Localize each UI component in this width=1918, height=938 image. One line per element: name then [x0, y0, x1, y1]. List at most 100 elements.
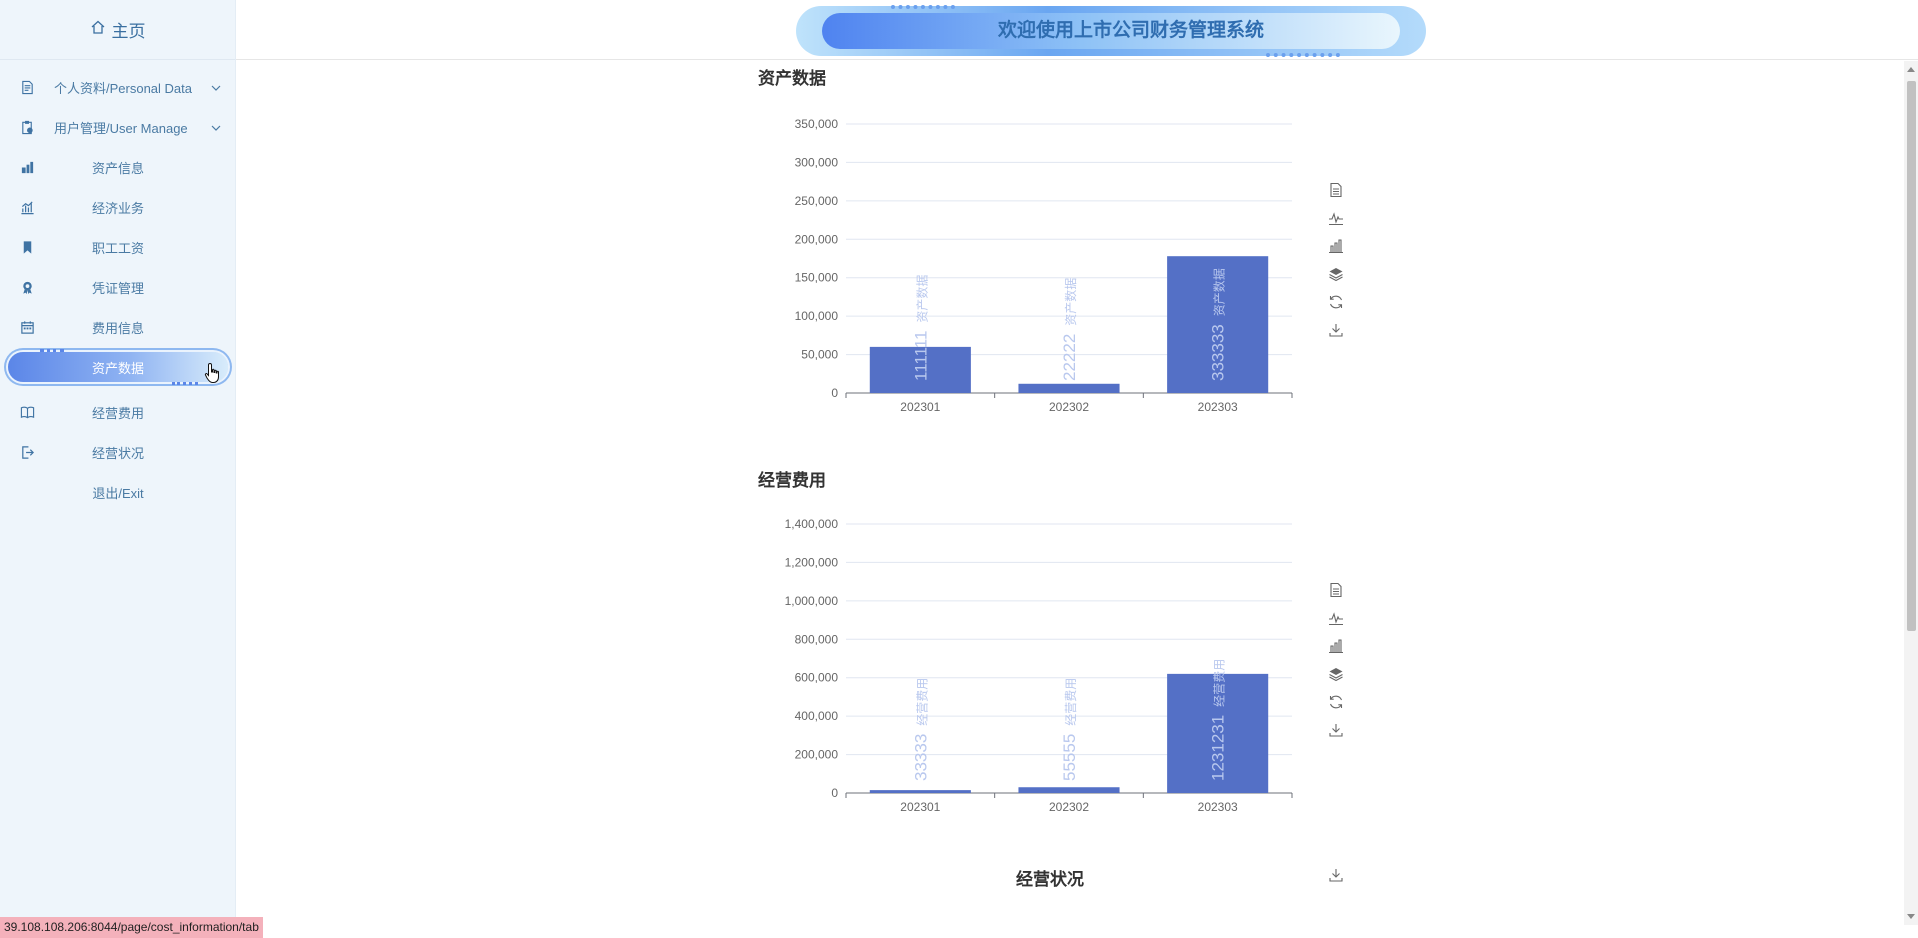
- chart-title-status: 经营状况: [1016, 870, 1084, 889]
- chart-toolbox-assets: [1326, 176, 1346, 344]
- system-title: 欢迎使用上市公司财务管理系统: [997, 20, 1264, 41]
- x-tick-label: 202301: [900, 400, 940, 411]
- bar-value-label: 55555 经营费用: [1060, 678, 1079, 781]
- sidebar-item-3[interactable]: 经济业务: [0, 187, 236, 227]
- sidebar-item-label: 凭证管理: [91, 280, 144, 296]
- x-tick-label: 202302: [1049, 400, 1089, 411]
- bar[interactable]: [1018, 787, 1120, 793]
- y-tick-label: 250,000: [795, 194, 839, 208]
- bar-chart-icon[interactable]: [1326, 232, 1346, 260]
- bar-value: 33333: [911, 734, 930, 781]
- home-link[interactable]: 主页: [0, 0, 235, 60]
- download-icon[interactable]: [1326, 316, 1346, 344]
- y-tick-label: 200,000: [795, 748, 839, 762]
- restore-icon[interactable]: [1326, 288, 1346, 316]
- sidebar: 主页 个人资料/Personal Data 用户管理/User Manage 资产信…: [0, 0, 236, 938]
- y-tick-label: 100,000: [795, 309, 839, 323]
- y-tick-label: 400,000: [795, 709, 839, 723]
- bar-series-name: 经营费用: [1064, 678, 1078, 726]
- y-tick-label: 0: [831, 786, 838, 800]
- bar-series-name: 资产数据: [1212, 268, 1227, 316]
- stack-icon[interactable]: [1326, 260, 1346, 288]
- sidebar-item-label: 经济业务: [91, 200, 144, 216]
- stack-icon[interactable]: [1326, 660, 1346, 688]
- bar-value-label: 33333 经营费用: [911, 678, 930, 781]
- sidebar-item-label: 退出/Exit: [92, 485, 144, 501]
- sidebar-item-label: 资产数据: [91, 360, 144, 376]
- chart-expenses: 0 200,000 400,000 600,000 800,000 1,000,000 1,…: [785, 517, 1293, 811]
- bar-value-label: 22222 资产数据: [1060, 278, 1079, 381]
- bar-series-name: 经营费用: [1213, 659, 1227, 707]
- y-tick-label: 1,000,000: [785, 594, 839, 608]
- bar-value-label: 111111 资产数据: [911, 275, 930, 381]
- line-chart-icon[interactable]: [1326, 204, 1346, 232]
- sidebar-item-7[interactable]: 资产数据: [0, 347, 236, 387]
- bar-label: 22222 资产数据: [1060, 278, 1079, 381]
- restore-icon[interactable]: [1326, 688, 1346, 716]
- scroll-down-icon[interactable]: [1907, 914, 1915, 919]
- bar-value: 111111: [911, 331, 930, 381]
- main-content: 资产数据 0 50,000 100,000 150,000 200,000 250,000…: [236, 61, 1904, 925]
- link-status-bar: 39.108.108.206:8044/page/cost_informatio…: [0, 917, 263, 938]
- bar-value: 1231231: [1209, 715, 1228, 781]
- home-icon: [90, 19, 106, 40]
- chart-toolbox-expenses: [1326, 576, 1346, 744]
- y-tick-label: 1,200,000: [785, 555, 839, 569]
- sidebar-item-label: 职工工资: [91, 240, 144, 256]
- sidebar-item-label: 用户管理/User Manage: [54, 120, 188, 136]
- y-tick-label: 600,000: [795, 671, 839, 685]
- x-tick-label: 202303: [1198, 800, 1238, 811]
- x-tick-label: 202302: [1049, 800, 1089, 811]
- bar-series-name: 经营费用: [915, 678, 929, 726]
- scroll-up-icon[interactable]: [1907, 67, 1915, 72]
- chart-title-assets: 资产数据: [758, 69, 826, 88]
- bar[interactable]: [869, 790, 971, 793]
- bar-label: 111111 资产数据: [911, 275, 930, 381]
- y-tick-label: 50,000: [801, 348, 838, 362]
- chart-toolbox-status: [1326, 861, 1346, 889]
- sidebar-item-9[interactable]: 经营状况: [0, 432, 236, 472]
- bar-value: 55555: [1060, 734, 1079, 781]
- bar-chart-icon[interactable]: [1326, 632, 1346, 660]
- y-tick-label: 300,000: [795, 155, 839, 169]
- home-label: 主页: [111, 22, 146, 41]
- y-tick-label: 800,000: [795, 632, 839, 646]
- y-tick-label: 350,000: [795, 117, 839, 131]
- bar[interactable]: [1018, 383, 1120, 393]
- sidebar-item-label: 经营费用: [91, 405, 144, 421]
- scroll-thumb[interactable]: [1907, 81, 1916, 631]
- download-icon[interactable]: [1326, 861, 1346, 889]
- sidebar-item-6[interactable]: 费用信息: [0, 307, 236, 347]
- title-banner: 欢迎使用上市公司财务管理系统: [796, 5, 1426, 57]
- x-tick-label: 202303: [1198, 400, 1238, 411]
- bar-label: 55555 经营费用: [1060, 678, 1079, 781]
- sidebar-item-label: 个人资料/Personal Data: [54, 80, 192, 96]
- chart-title-expenses: 经营费用: [758, 471, 826, 490]
- sidebar-item-label: 费用信息: [91, 320, 144, 336]
- bar-label: 33333 经营费用: [911, 678, 930, 781]
- sidebar-item-label: 经营状况: [91, 445, 144, 461]
- sidebar-item-2[interactable]: 资产信息: [0, 147, 236, 187]
- bar-value: 22222: [1060, 334, 1079, 381]
- sidebar-item-0[interactable]: 个人资料/Personal Data: [0, 67, 236, 107]
- data-view-icon[interactable]: [1326, 576, 1346, 604]
- sidebar-item-1[interactable]: 用户管理/User Manage: [0, 107, 236, 147]
- y-tick-label: 0: [831, 386, 838, 400]
- chevron-down-icon[interactable]: [210, 122, 222, 134]
- page-scrollbar[interactable]: [1904, 61, 1918, 925]
- sidebar-item-10[interactable]: 退出/Exit: [0, 472, 236, 512]
- x-tick-label: 202301: [900, 800, 940, 811]
- sidebar-item-8[interactable]: 经营费用: [0, 392, 236, 432]
- line-chart-icon[interactable]: [1326, 604, 1346, 632]
- data-view-icon[interactable]: [1326, 176, 1346, 204]
- download-icon[interactable]: [1326, 716, 1346, 744]
- y-tick-label: 1,400,000: [785, 517, 839, 531]
- sidebar-item-5[interactable]: 凭证管理: [0, 267, 236, 307]
- chevron-down-icon[interactable]: [210, 82, 222, 94]
- chart-assets: 0 50,000 100,000 150,000 200,000 250,000 300,0…: [795, 117, 1293, 411]
- document-icon: [20, 80, 35, 95]
- sidebar-item-label: 资产信息: [91, 160, 144, 176]
- clipboard-user-icon: [20, 120, 35, 135]
- sidebar-item-4[interactable]: 职工工资: [0, 227, 236, 267]
- bar-series-name: 资产数据: [914, 275, 929, 323]
